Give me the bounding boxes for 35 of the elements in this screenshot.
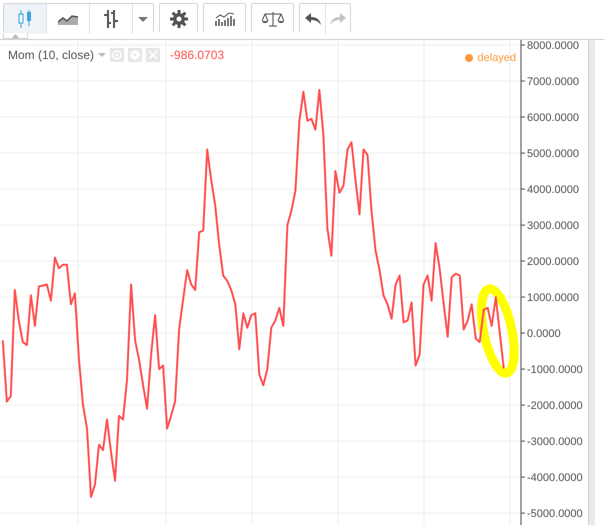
indicator-title: Mom (10, close) (8, 48, 94, 62)
bar-chart-icon (103, 9, 119, 29)
settings-icon (170, 10, 188, 28)
scales-icon (262, 11, 284, 27)
axis-label: 1000.0000 (527, 292, 579, 304)
axis-label: 8000.0000 (527, 40, 579, 52)
undo-button[interactable] (300, 4, 325, 34)
candlestick-icon (18, 9, 32, 29)
axis-label: 3000.0000 (527, 220, 579, 232)
axis-label: -1000.0000 (527, 364, 583, 376)
axis-label: 2000.0000 (527, 256, 579, 268)
caret-icon (98, 53, 106, 57)
undo-icon (304, 13, 320, 25)
axis-label: -5000.0000 (527, 508, 583, 520)
eye-icon (112, 50, 122, 60)
axis-label: 0.0000 (527, 328, 561, 340)
collapse-toggle[interactable] (3, 33, 28, 39)
dropdown-button[interactable] (132, 4, 153, 34)
axis-label: -2000.0000 (527, 400, 583, 412)
axis-label: 4000.0000 (527, 184, 579, 196)
area-chart-button[interactable] (46, 4, 89, 34)
redo-icon (330, 13, 346, 25)
axis-label: 5000.0000 (527, 148, 579, 160)
axis-label: 6000.0000 (527, 112, 579, 124)
indicator-value: -986.0703 (170, 48, 224, 62)
close-icon (148, 50, 158, 60)
bars-button[interactable] (89, 4, 132, 34)
axis-label: -3000.0000 (527, 436, 583, 448)
caret-icon (138, 16, 148, 22)
indicators-icon (214, 12, 234, 26)
status-label: delayed (477, 52, 516, 64)
axis-label: -4000.0000 (527, 472, 583, 484)
settings-icon (130, 50, 140, 60)
area-chart-icon (58, 13, 78, 25)
axis-label: 7000.0000 (527, 76, 579, 88)
